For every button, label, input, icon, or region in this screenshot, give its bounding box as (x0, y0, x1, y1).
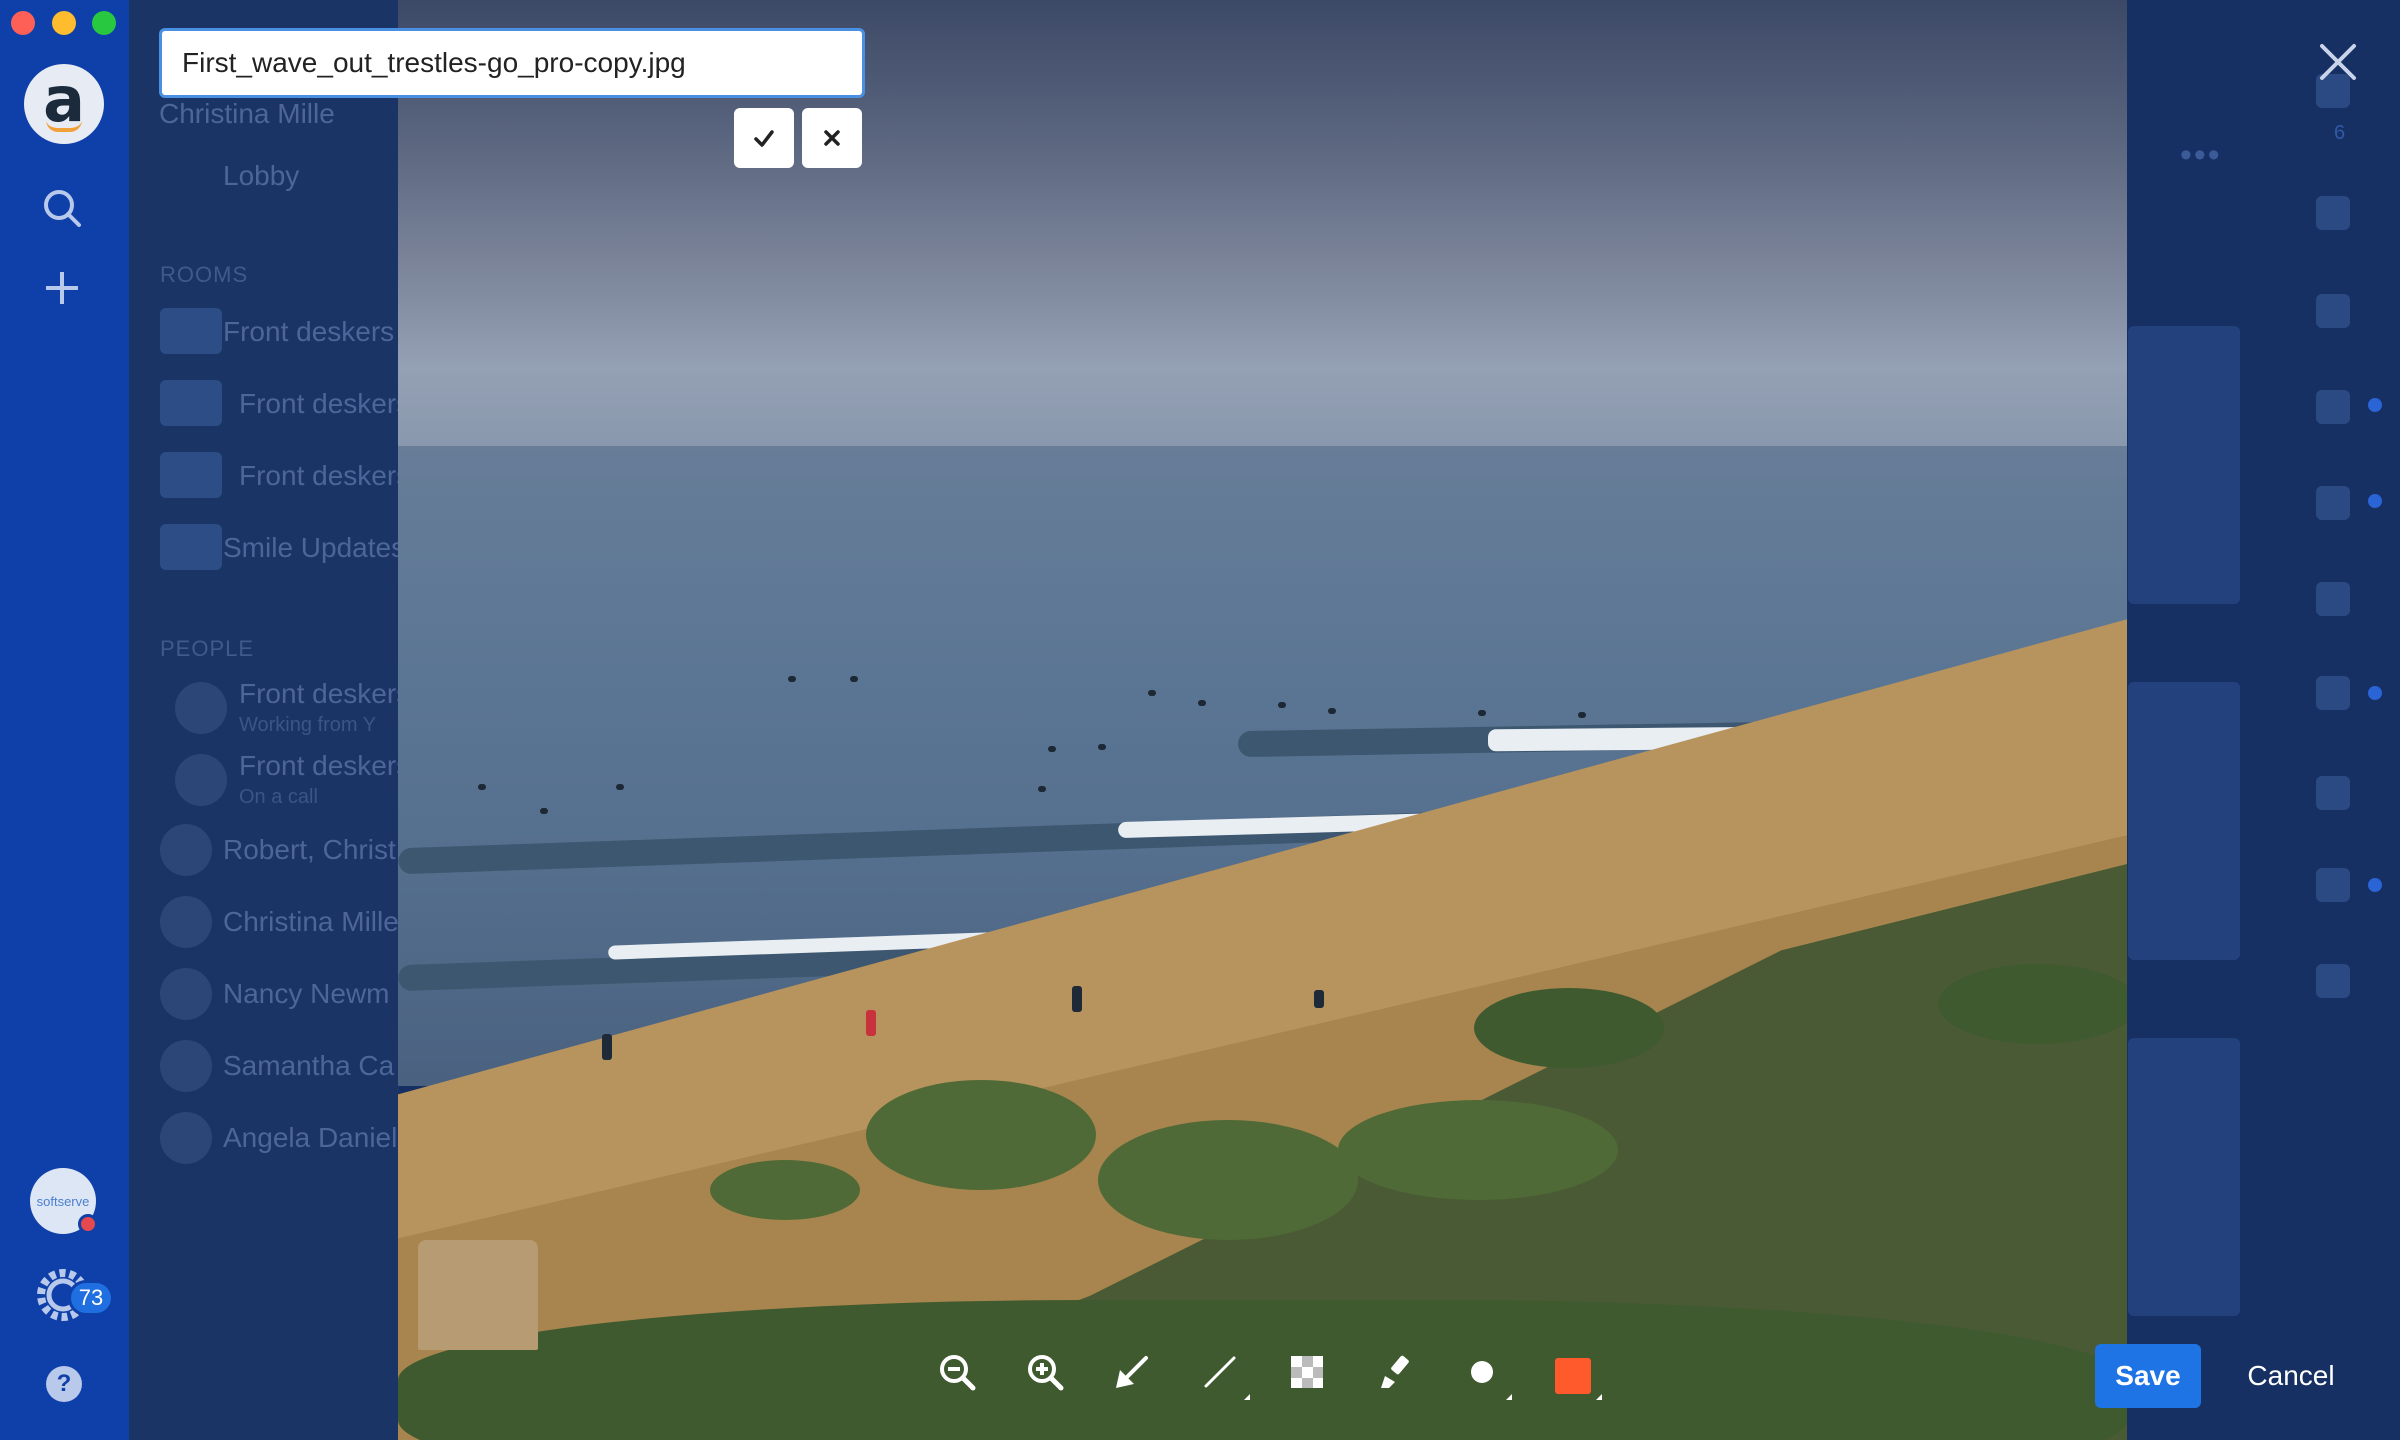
bg-link-icon (2316, 196, 2350, 230)
bg-person-item: Robert, Christ (223, 834, 396, 865)
stroke-size-options-icon[interactable] (1506, 1394, 1512, 1400)
bg-people-header: PEOPLE (160, 636, 255, 661)
bg-room-item: Christina Mille (159, 98, 335, 129)
bg-avatar (175, 682, 227, 734)
save-button[interactable]: Save (2095, 1344, 2201, 1408)
bg-person-item: Angela Daniel (223, 1122, 398, 1153)
bg-person-item: Front deskers (239, 678, 411, 709)
close-editor-icon[interactable] (2316, 40, 2360, 84)
bg-avatar (160, 1112, 212, 1164)
bg-person-item: Nancy Newm (223, 978, 390, 1009)
window-zoom-button[interactable] (92, 11, 116, 35)
bg-room-thumb (160, 452, 222, 498)
bg-avatar (160, 1040, 212, 1092)
photo-portable-toilet (418, 1240, 538, 1350)
arrow-tool-icon[interactable] (1112, 1352, 1152, 1392)
plus-icon[interactable] (40, 266, 84, 310)
color-swatch[interactable] (1555, 1358, 1591, 1394)
bg-room-thumb (160, 380, 222, 426)
filename-input[interactable] (159, 28, 865, 98)
bg-lobby-item: Lobby (223, 160, 300, 191)
bg-room-item: Front deskers (239, 460, 411, 491)
bg-avatar (160, 824, 212, 876)
bg-person-item: Christina Mille (223, 906, 399, 937)
bg-person-item: Samantha Ca (223, 1050, 395, 1081)
amazon-logo-icon[interactable]: a (24, 64, 104, 144)
bg-unread-dot (2368, 398, 2382, 412)
app-rail: a softserve 73 ? (0, 0, 129, 1440)
org-avatar-text: softserve (36, 1193, 90, 1209)
cancel-button[interactable]: Cancel (2230, 1344, 2352, 1408)
image-canvas[interactable] (398, 0, 2127, 1440)
bg-room-thumb (160, 308, 222, 354)
background-sidebar: Christina Mille Lobby ROOMS Front desker… (129, 0, 410, 1440)
bg-integration-icon (2316, 776, 2350, 810)
bg-room-thumb (160, 524, 222, 570)
bg-member-count: 6 (2334, 122, 2346, 144)
bg-avatar (160, 968, 212, 1020)
line-tool-options-icon[interactable] (1244, 1394, 1250, 1400)
stroke-size-icon[interactable] (1462, 1352, 1502, 1392)
bg-avatar (175, 754, 227, 806)
bg-media-card (2128, 682, 2240, 960)
help-icon[interactable]: ? (46, 1366, 82, 1402)
cancel-rename-button[interactable] (802, 108, 862, 168)
bg-integration-icon (2316, 868, 2350, 902)
confirm-rename-button[interactable] (734, 108, 794, 168)
bg-unread-dot (2368, 494, 2382, 508)
brush-tool-icon[interactable] (1375, 1352, 1415, 1392)
bg-rooms-header: ROOMS (160, 262, 249, 287)
bg-unread-dot (2368, 878, 2382, 892)
bg-room-item: Front deskers (239, 388, 411, 419)
bg-person-item: Front deskers (239, 750, 411, 781)
bg-media-card (2128, 1038, 2240, 1316)
bg-integration-icon (2316, 964, 2350, 998)
bg-video-icon (2316, 294, 2350, 328)
notification-badge: 73 (68, 1280, 114, 1316)
close-icon (824, 130, 840, 146)
bg-person-status: Working from Y (239, 714, 377, 736)
window-close-button[interactable] (11, 11, 35, 35)
bg-person-status: On a call (239, 786, 318, 808)
zoom-out-icon[interactable] (937, 1352, 977, 1392)
bg-integration-icon (2316, 582, 2350, 616)
bg-more-icon: ••• (2180, 136, 2222, 174)
dnd-status-icon (78, 1214, 98, 1234)
bg-integration-icon (2316, 676, 2350, 710)
bg-room-item: Front deskers (223, 316, 395, 347)
color-options-icon[interactable] (1596, 1394, 1602, 1400)
pixelate-tool-icon[interactable] (1287, 1352, 1327, 1392)
bg-unread-dot (2368, 686, 2382, 700)
bg-room-item: Smile Updates (223, 532, 406, 563)
bg-media-card (2128, 326, 2240, 604)
line-tool-icon[interactable] (1200, 1352, 1240, 1392)
bg-integration-icon (2316, 390, 2350, 424)
search-icon[interactable] (40, 186, 84, 230)
bg-avatar (160, 896, 212, 948)
checkmark-icon (754, 130, 774, 147)
zoom-in-icon[interactable] (1025, 1352, 1065, 1392)
window-minimize-button[interactable] (52, 11, 76, 35)
bg-twitter-icon (2316, 486, 2350, 520)
